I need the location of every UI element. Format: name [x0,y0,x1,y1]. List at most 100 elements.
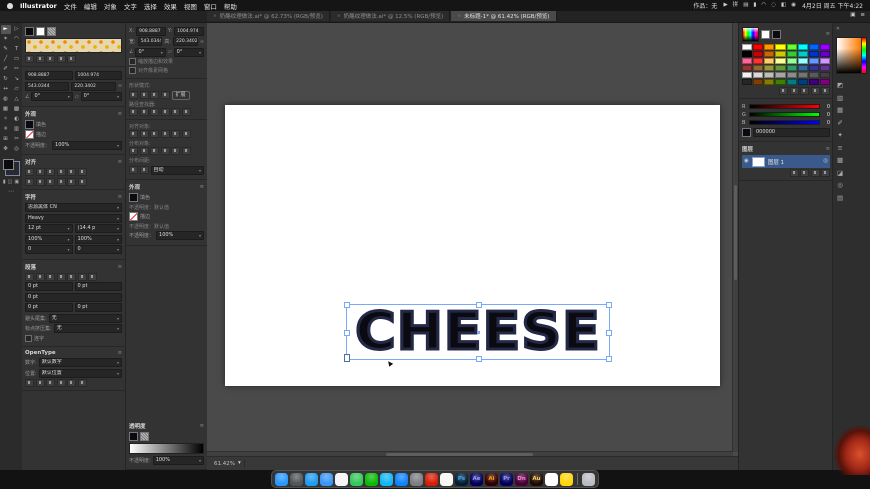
brush-strokes-icon[interactable] [35,54,45,63]
contextual-alternates-icon[interactable] [35,379,45,387]
align-top-icon[interactable] [160,130,170,138]
zoom-tool[interactable]: ◎ [12,145,22,154]
input-method-icon[interactable]: 拼 [733,2,739,9]
fill-stroke-indicator[interactable] [3,159,19,175]
layer-name[interactable]: 图层 1 [768,158,820,166]
delete-layer-icon[interactable] [821,169,830,177]
make-clipping-mask-icon[interactable] [789,169,799,177]
dock-safari[interactable] [305,472,318,486]
search-icon[interactable]: ◌ [771,2,776,9]
opacity-field[interactable]: 100% [52,140,122,150]
edit-toolbar-icon[interactable]: ⋯ [8,188,14,195]
shear2-field[interactable]: 0° [173,47,204,57]
wifi-icon[interactable]: ◠ [761,2,766,9]
distribute-center-icon[interactable] [171,147,180,155]
indent-first-line-field[interactable]: 0 pt [25,292,122,302]
font-style-field[interactable]: Heavy [25,213,122,223]
distribute-top-icon[interactable] [129,147,138,155]
align-top-icon[interactable] [56,168,66,176]
app-name[interactable]: Illustrator [20,2,57,10]
dock-illustrator[interactable]: Ai [485,472,498,486]
selection-handle[interactable] [344,354,350,362]
align-left-icon[interactable] [129,130,138,138]
color-swatch[interactable] [819,50,830,57]
distribute-bottom-icon[interactable] [150,147,159,155]
transform-h-field[interactable]: 220.3402 [71,81,116,91]
artboard-tool[interactable]: ⊞ [1,135,11,144]
rotate2-field[interactable]: 0° [135,47,166,57]
dock-finder[interactable] [275,472,288,486]
scale-strokes-checkbox[interactable] [129,58,136,65]
control-center-icon[interactable]: ◧ [781,2,786,9]
saturation-value-square[interactable] [837,38,861,73]
menu-编辑[interactable]: 编辑 [84,1,97,11]
dock-notes[interactable] [440,472,453,486]
fill-chip[interactable] [25,119,34,129]
expand-button[interactable]: 扩展 [171,90,190,100]
para-align-center-icon[interactable] [35,272,45,281]
mask-thumbnail[interactable] [140,431,149,441]
eyedropper-tool[interactable]: ✧ [1,115,11,124]
merge-icon[interactable] [150,108,159,116]
transparency-opacity-field[interactable]: 100% [152,455,204,465]
free-transform-tool[interactable]: ▱ [12,85,22,94]
color-swatch[interactable] [819,78,830,85]
color-swatch[interactable] [753,64,764,71]
align-middle-icon[interactable] [171,130,180,138]
fill-color-swatch[interactable] [3,159,14,170]
width-tool[interactable]: ↔ [1,85,11,94]
dock-qq[interactable] [380,472,393,486]
color-swatch[interactable] [775,57,786,64]
green-value[interactable]: 0 [822,112,830,118]
dock-launchpad[interactable] [290,472,303,486]
stroke-panel-icon[interactable]: ≡ [837,144,843,152]
discretionary-ligatures-icon[interactable] [46,379,55,387]
distribute-left-icon[interactable] [56,178,66,186]
para-align-left-icon[interactable] [25,272,34,281]
panel-menu-icon[interactable]: ≡ [118,350,122,356]
horizontal-scale-field[interactable]: 100% [74,234,122,244]
align-right-icon[interactable] [46,168,55,176]
font-family-field[interactable]: 思源黑体 CN [25,203,122,212]
new-swatch-icon[interactable] [810,86,820,95]
document-tab[interactable]: × 奶酪纹理做法.ai* @ 12.5% (RGB/预览) [330,11,451,21]
indent-left-field[interactable]: 0 pt [25,282,73,291]
document-tab[interactable]: × 未标题-1* @ 61.42% (RGB/预览) [451,11,557,21]
draw-behind-icon[interactable]: ◫ [8,179,13,185]
display-icon[interactable]: ▤ [743,2,748,9]
brush-swatch-white[interactable] [36,26,45,36]
color-swatch[interactable] [753,71,764,78]
constrain-proportions-icon[interactable]: ∞ [200,39,204,45]
zoom-dropdown-icon[interactable]: ▾ [238,460,241,467]
type-tool[interactable]: T [12,45,22,54]
new-layer-icon[interactable] [810,169,820,177]
vertical-scale-field[interactable]: 100% [25,234,73,244]
color-swatch[interactable] [742,57,753,64]
color-swatch[interactable] [742,50,753,57]
dock-mail[interactable] [320,472,333,486]
color-swatch[interactable] [753,50,764,57]
tab-close-icon[interactable]: × [213,14,217,19]
distribute-center-icon[interactable] [67,178,76,186]
menu-选择[interactable]: 选择 [144,1,157,11]
blue-value[interactable]: 0 [822,120,830,126]
panel-menu-icon[interactable]: ≡ [826,146,830,152]
space-before-field[interactable]: 0 pt [25,303,73,312]
distribute-top-icon[interactable] [25,178,34,186]
color-swatch[interactable] [764,43,775,50]
appearance-panel-icon[interactable]: ◎ [837,182,843,189]
color-swatch[interactable] [764,71,775,78]
rotate-field[interactable]: 0° [31,92,73,101]
panel-menu-icon[interactable]: ≡ [200,184,204,190]
color-swatch[interactable] [742,43,753,50]
unite-icon[interactable] [129,91,138,99]
black-swatch[interactable] [772,29,781,39]
color-swatch[interactable] [775,64,786,71]
distribute-middle-icon[interactable] [139,147,149,155]
red-slider[interactable] [749,104,820,109]
color-swatch[interactable] [786,50,797,57]
panel-menu-icon[interactable]: ≡ [118,159,122,165]
menu-窗口[interactable]: 窗口 [204,1,217,11]
draw-normal-icon[interactable]: ▮ [3,179,6,185]
transform-w-field[interactable]: 543.0344 [25,81,70,91]
